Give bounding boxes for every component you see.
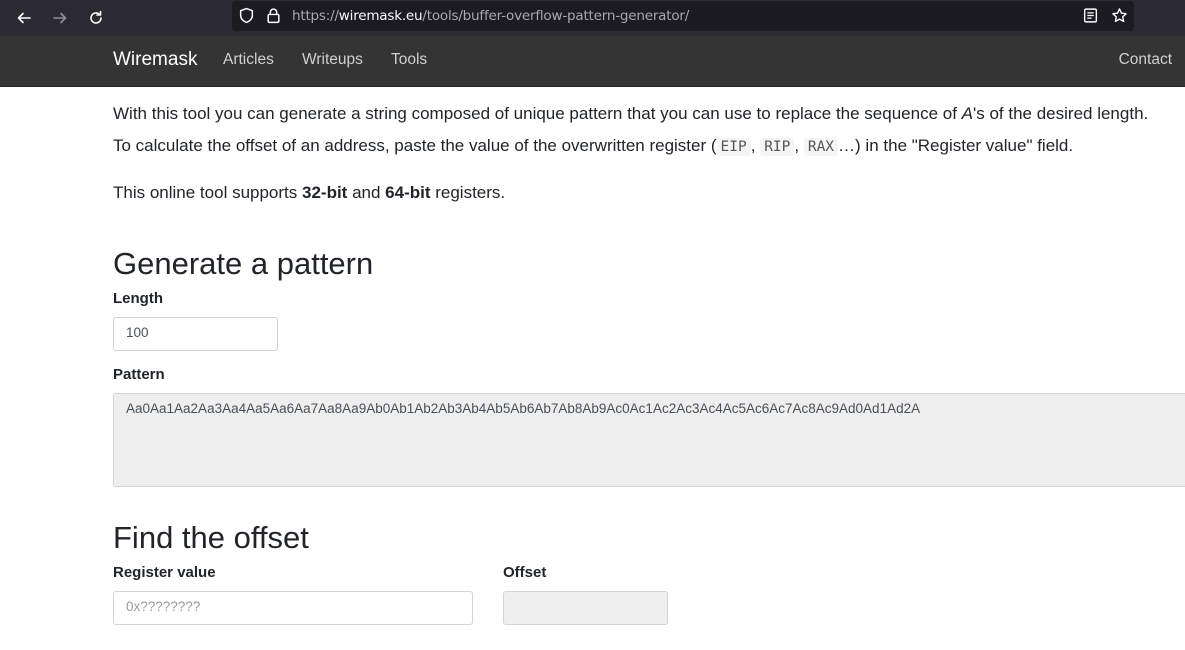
offset-label: Offset xyxy=(503,564,547,581)
intro-line-2: To calculate the offset of an address, p… xyxy=(113,136,1074,156)
intro-text: 's of the desired length. xyxy=(973,104,1149,123)
register-rax: RAX xyxy=(803,138,839,156)
intro-text: This online tool supports xyxy=(113,183,302,202)
nav-link-tools[interactable]: Tools xyxy=(391,51,427,69)
reload-button[interactable] xyxy=(82,4,110,32)
site-navbar: Wiremask Articles Writeups Tools Contact xyxy=(0,36,1185,87)
nav-link-articles[interactable]: Articles xyxy=(223,51,274,69)
register-value-input[interactable]: 0x???????? xyxy=(113,591,473,625)
arrow-left-icon xyxy=(17,12,31,24)
brand-link[interactable]: Wiremask xyxy=(113,49,197,71)
forward-button[interactable] xyxy=(46,4,74,32)
register-eip: EIP xyxy=(716,138,751,156)
reader-view-icon[interactable] xyxy=(1082,7,1099,24)
register-rip: RIP xyxy=(760,138,795,156)
reload-icon xyxy=(90,10,102,24)
intro-line-1: With this tool you can generate a string… xyxy=(113,102,1148,126)
intro-text: registers. xyxy=(430,183,506,202)
url-host: wiremask.eu xyxy=(338,8,423,24)
address-bar[interactable]: https://wiremask.eu/tools/buffer-overflo… xyxy=(232,1,1134,31)
url-scheme: https:// xyxy=(292,8,339,24)
lock-icon[interactable] xyxy=(265,7,282,24)
pattern-output[interactable]: Aa0Aa1Aa2Aa3Aa4Aa5Aa6Aa7Aa8Aa9Ab0Ab1Ab2A… xyxy=(113,393,1185,487)
intro-text: To calculate the offset of an address, p… xyxy=(113,136,717,155)
intro-text: and xyxy=(347,183,386,202)
length-label: Length xyxy=(113,290,163,307)
intro-text: …) in the "Register value" field. xyxy=(838,136,1074,155)
nav-link-contact[interactable]: Contact xyxy=(1119,51,1172,69)
offset-output xyxy=(503,591,668,625)
browser-toolbar: https://wiremask.eu/tools/buffer-overflo… xyxy=(0,0,1185,36)
url-path: /tools/buffer-overflow-pattern-generator… xyxy=(422,8,690,24)
arrow-right-icon xyxy=(53,12,67,24)
generate-heading: Generate a pattern xyxy=(113,246,374,281)
register-value-label: Register value xyxy=(113,564,216,581)
intro-line-3: This online tool supports 32-bit and 64-… xyxy=(113,181,505,205)
shield-icon[interactable] xyxy=(238,7,255,24)
intro-text: With this tool you can generate a string… xyxy=(113,104,962,123)
intro-emphasis: A xyxy=(961,104,973,123)
url-text[interactable]: https://wiremask.eu/tools/buffer-overflo… xyxy=(292,8,689,24)
length-input[interactable]: 100 xyxy=(113,317,278,351)
bit-64-label: 64-bit xyxy=(385,183,431,202)
nav-link-writeups[interactable]: Writeups xyxy=(302,51,363,69)
pattern-label: Pattern xyxy=(113,366,165,383)
bit-32-label: 32-bit xyxy=(302,183,348,202)
find-offset-heading: Find the offset xyxy=(113,520,309,555)
back-button[interactable] xyxy=(10,4,38,32)
bookmark-star-icon[interactable] xyxy=(1111,7,1128,24)
